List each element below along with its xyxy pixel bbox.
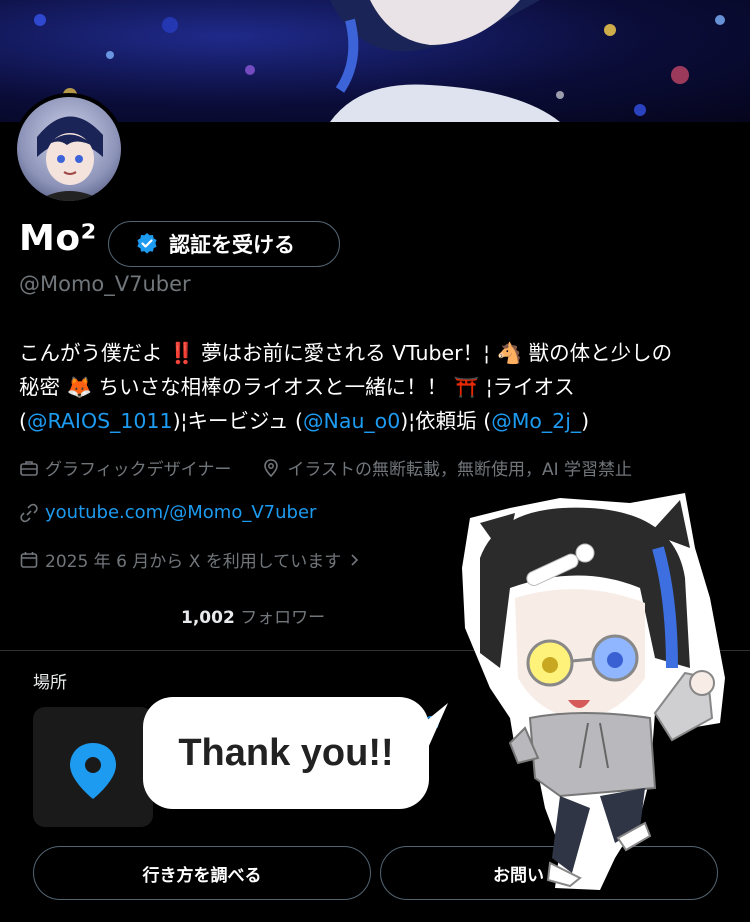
mention-link-raios[interactable]: @RAIOS_1011 [27, 409, 173, 433]
briefcase-icon [20, 460, 38, 476]
fox-emoji: 🦊 [66, 375, 93, 399]
location-pin-icon [264, 458, 279, 477]
bio-text: )¦依頼垢 ( [400, 409, 492, 433]
mention-link-nau[interactable]: @Nau_o0 [303, 409, 400, 433]
joined-date-text: 2025 年 6 月から X を利用しています [45, 552, 342, 572]
bio-text: ¦ライオス [485, 375, 575, 399]
map-tile[interactable] [33, 707, 153, 827]
meta-row-2: youtube.com/@Momo_V7uber [19, 502, 316, 523]
profile-handle: @Momo_V7uber [19, 272, 191, 296]
profile-avatar[interactable] [13, 93, 125, 205]
meta-row-3: 2025 年 6 月から X を利用しています [19, 547, 361, 572]
calendar-icon [20, 551, 38, 568]
chevron-right-icon[interactable] [347, 553, 361, 567]
banner-art [34, 0, 725, 122]
profile-name: Mo² [19, 218, 97, 259]
meta-row-1: グラフィックデザイナー イラストの無断転載，無断使用，AI 学習禁止 [19, 455, 632, 480]
bio-line-2: 秘密 🦊 ちいさな相棒のライオスと一緒に！！ ⛩️ ¦ライオス [19, 370, 734, 404]
directions-button[interactable]: 行き方を調べる [33, 846, 371, 900]
location-text: イラストの無断転載，無断使用，AI 学習禁止 [287, 460, 633, 480]
bio-text: ( [19, 409, 27, 433]
map-pin-icon [70, 743, 116, 799]
mention-link-mo2j[interactable]: @Mo_2j_ [491, 409, 581, 433]
bio-text: 獣の体と少しの [528, 341, 673, 365]
followers-label: フォロワー [240, 608, 326, 628]
animal-emoji: 🐴 [496, 341, 523, 365]
bio-text: 夢はお前に愛される VTuber！¦ [201, 341, 490, 365]
exclamation-emoji: ‼️ [169, 341, 195, 365]
avatar-art [37, 116, 103, 201]
bio-line-3: (@RAIOS_1011)¦キービジュ (@Nau_o0)¦依頼垢 (@Mo_2… [19, 404, 734, 438]
verified-badge-icon [137, 233, 157, 254]
chibi-character-sticker [462, 493, 725, 890]
profession-text: グラフィックデザイナー [45, 460, 232, 480]
bio-text: ちいさな相棒のライオスと一緒に！！ [98, 375, 448, 399]
bio-text: こんがう僕だよ [19, 341, 163, 365]
profile-banner[interactable] [0, 0, 750, 122]
profile-bio: こんがう僕だよ ‼️ 夢はお前に愛される VTuber！¦ 🐴 獣の体と少しの … [19, 336, 734, 438]
speech-bubble-text: Thank you!! [178, 731, 394, 774]
website-link[interactable]: youtube.com/@Momo_V7uber [45, 502, 316, 523]
bio-text: ) [581, 409, 590, 433]
speech-bubble-sticker: Thank you!! [143, 697, 429, 809]
link-icon [20, 503, 38, 522]
followers-count: 1,002 [181, 608, 235, 628]
bio-text: 秘密 [19, 375, 60, 399]
get-verified-label: 認証を受ける [169, 233, 295, 257]
bio-line-1: こんがう僕だよ ‼️ 夢はお前に愛される VTuber！¦ 🐴 獣の体と少しの [19, 336, 734, 370]
get-verified-button[interactable]: 認証を受ける [108, 221, 340, 267]
torii-emoji: ⛩️ [453, 375, 480, 399]
followers-stat[interactable]: 1,002 フォロワー [181, 603, 325, 628]
bio-text: )¦キービジュ ( [172, 409, 304, 433]
location-section-label: 場所 [33, 673, 67, 693]
